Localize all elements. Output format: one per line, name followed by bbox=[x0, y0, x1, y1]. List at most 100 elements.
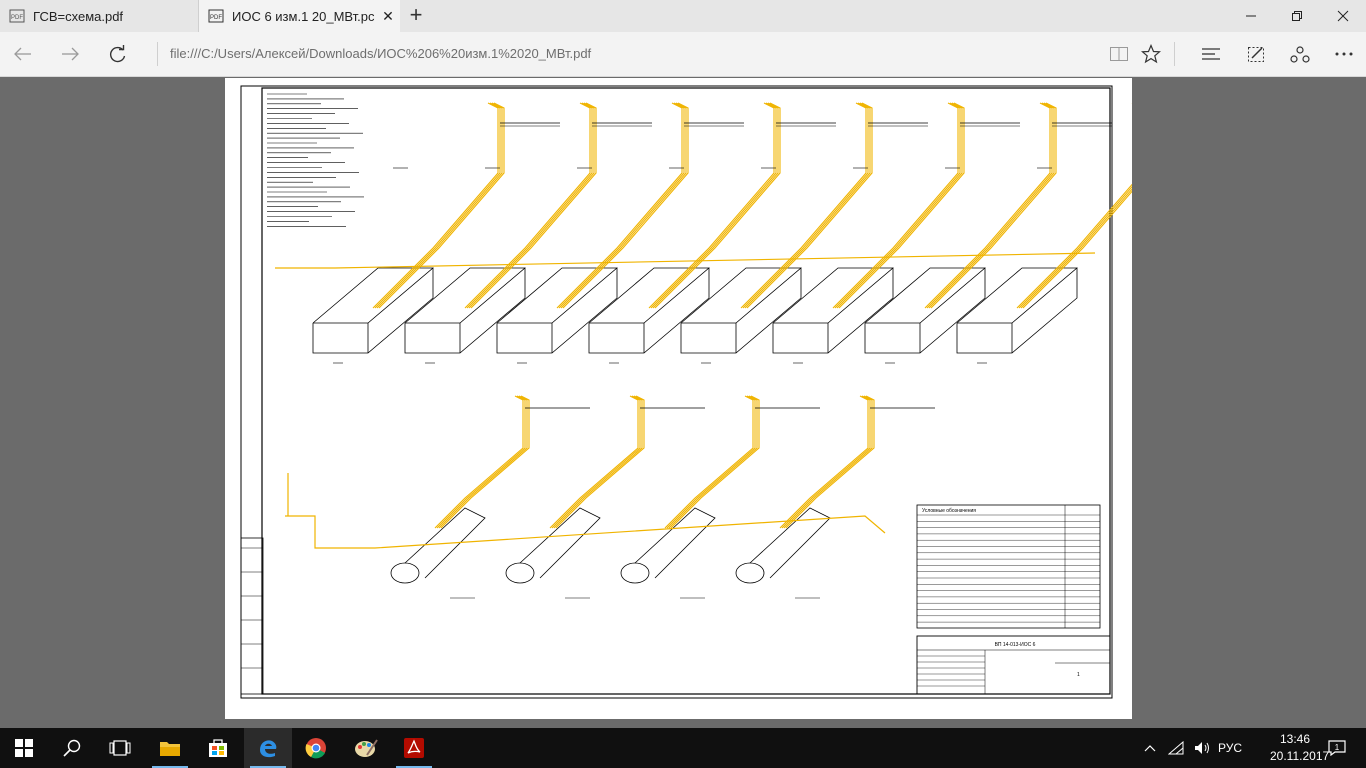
hub-icon[interactable] bbox=[1195, 38, 1227, 70]
file-explorer-icon[interactable] bbox=[146, 728, 194, 768]
tab-title: ГСВ=схема.pdf bbox=[33, 8, 124, 24]
pipe-riser bbox=[378, 102, 505, 309]
pipe-riser bbox=[740, 102, 867, 309]
clock-date: 20.11.2017 bbox=[1270, 749, 1330, 763]
action-center-icon[interactable]: 1 bbox=[1320, 728, 1354, 768]
pipe-riser bbox=[746, 102, 873, 309]
stamp-column bbox=[240, 537, 264, 695]
pipe-riser bbox=[374, 102, 501, 309]
start-icon[interactable] bbox=[0, 728, 48, 768]
new-tab-icon[interactable]: + bbox=[404, 4, 428, 28]
close-icon[interactable]: ✕ bbox=[376, 8, 400, 25]
tab-gsv-schema[interactable]: PDF ГСВ=схема.pdf bbox=[0, 0, 199, 32]
pipe-riser bbox=[666, 395, 756, 529]
pipe-riser bbox=[654, 102, 781, 309]
address-field[interactable]: file:///C:/Users/Алексей/Downloads/ИОС%2… bbox=[170, 44, 1090, 64]
web-note-icon[interactable] bbox=[1240, 38, 1272, 70]
pipe-riser bbox=[742, 102, 869, 309]
task-view-icon[interactable] bbox=[96, 728, 144, 768]
search-icon[interactable] bbox=[48, 728, 96, 768]
pipe-riser bbox=[783, 395, 873, 529]
equipment-box bbox=[312, 267, 434, 354]
restore-icon[interactable] bbox=[1274, 0, 1320, 32]
pipe-riser bbox=[664, 395, 754, 529]
pipe-riser bbox=[668, 395, 758, 529]
svg-text:PDF: PDF bbox=[11, 15, 23, 21]
pipe-riser bbox=[549, 395, 639, 529]
pdf-icon: PDF bbox=[8, 9, 26, 23]
pipe-riser bbox=[838, 102, 965, 309]
share-icon[interactable] bbox=[1284, 38, 1316, 70]
pipe-riser bbox=[372, 102, 499, 309]
tab-ios6[interactable]: PDF ИОС 6 изм.1 20_МВт.pc ✕ bbox=[199, 0, 400, 32]
equipment-box bbox=[864, 267, 986, 354]
language-indicator[interactable]: РУС bbox=[1214, 728, 1246, 768]
pipe-riser bbox=[781, 395, 871, 529]
store-icon[interactable] bbox=[194, 728, 242, 768]
pipe-riser bbox=[832, 102, 959, 309]
pipe-riser bbox=[1016, 103, 1132, 309]
refresh-icon[interactable] bbox=[102, 38, 134, 70]
equipment-box bbox=[496, 267, 618, 354]
pipe-riser bbox=[650, 102, 777, 309]
pipe-riser bbox=[464, 102, 591, 309]
taskbar: РУС 13:46 20.11.2017 1 bbox=[0, 728, 1366, 768]
pump-body bbox=[735, 562, 765, 584]
pipe-riser bbox=[926, 102, 1053, 309]
title-block-code: ВП 14-013-ИОС 6 bbox=[995, 642, 1036, 648]
pipe-riser bbox=[376, 102, 503, 309]
divider bbox=[157, 42, 158, 66]
volume-icon[interactable] bbox=[1190, 728, 1214, 768]
clock-time: 13:46 bbox=[1279, 732, 1311, 746]
show-hidden-icons-chevron-icon[interactable] bbox=[1138, 728, 1162, 768]
pipe-riser bbox=[558, 102, 685, 309]
chrome-icon[interactable] bbox=[292, 728, 340, 768]
reading-view-icon[interactable] bbox=[1103, 38, 1135, 70]
pipe-riser bbox=[930, 102, 1057, 309]
pipe-riser bbox=[652, 102, 779, 309]
minimize-icon[interactable] bbox=[1228, 0, 1274, 32]
piping-schematic: Условные обозначения ВП 14-013-ИОС 6 1 bbox=[240, 85, 1132, 699]
pipe-riser bbox=[470, 102, 597, 309]
pipe-riser bbox=[562, 102, 689, 309]
tab-strip: PDF ГСВ=схема.pdf PDF ИОС 6 изм.1 20_МВт… bbox=[0, 0, 1366, 32]
pdf-icon: PDF bbox=[207, 9, 225, 23]
paint-icon[interactable] bbox=[342, 728, 390, 768]
network-icon[interactable] bbox=[1164, 728, 1188, 768]
svg-text:PDF: PDF bbox=[210, 15, 222, 21]
pipe-riser bbox=[648, 102, 775, 309]
pipe-riser bbox=[466, 102, 593, 309]
back-icon[interactable] bbox=[7, 38, 39, 70]
svg-text:1: 1 bbox=[1335, 743, 1340, 752]
forward-icon[interactable] bbox=[54, 38, 86, 70]
lower-header-pipe bbox=[285, 515, 886, 549]
legend-title: Условные обозначения bbox=[922, 508, 976, 514]
pipe-riser bbox=[438, 395, 528, 529]
divider bbox=[1174, 42, 1175, 66]
equipment-box bbox=[772, 267, 894, 354]
pipe-riser bbox=[551, 395, 641, 529]
acrobat-icon[interactable] bbox=[390, 728, 438, 768]
clock[interactable]: 13:46 20.11.2017 bbox=[1270, 731, 1330, 765]
pdf-page: Условные обозначения ВП 14-013-ИОС 6 1 bbox=[225, 78, 1132, 719]
tab-title: ИОС 6 изм.1 20_МВт.pc bbox=[232, 8, 375, 24]
pipe-riser bbox=[553, 395, 643, 529]
pipe-riser bbox=[1018, 186, 1132, 309]
more-icon[interactable] bbox=[1328, 38, 1360, 70]
sheet-number: 1 bbox=[1077, 672, 1080, 678]
pipe-riser bbox=[468, 102, 595, 309]
sheet-outer-frame bbox=[240, 85, 1113, 699]
pipe-riser bbox=[779, 395, 869, 529]
pipe-riser bbox=[836, 102, 963, 309]
edge-icon[interactable] bbox=[244, 728, 292, 768]
equipment-box bbox=[588, 267, 710, 354]
equipment-box bbox=[404, 267, 526, 354]
pipe-riser bbox=[834, 102, 961, 309]
equipment-box bbox=[956, 267, 1078, 354]
address-toolbar: file:///C:/Users/Алексей/Downloads/ИОС%2… bbox=[0, 32, 1366, 77]
pipe-riser bbox=[556, 102, 683, 309]
favorite-star-icon[interactable] bbox=[1135, 38, 1167, 70]
pipe-riser bbox=[928, 102, 1055, 309]
pipe-riser bbox=[560, 102, 687, 309]
close-window-icon[interactable] bbox=[1320, 0, 1366, 32]
